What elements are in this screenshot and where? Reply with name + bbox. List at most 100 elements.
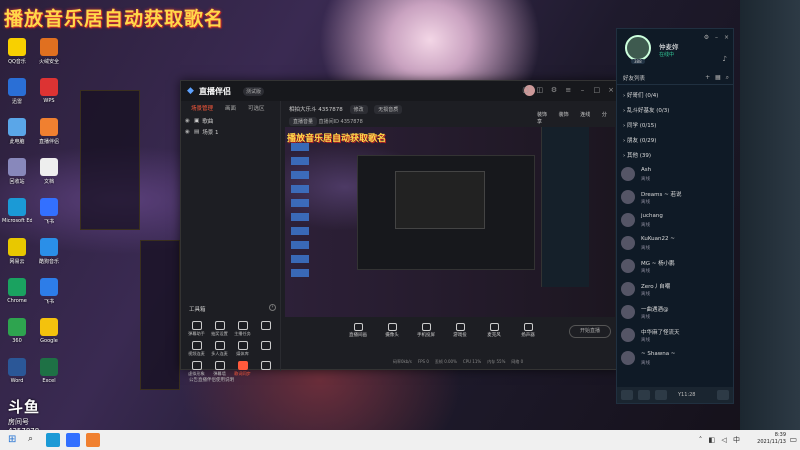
top-action-2[interactable]: 装饰: [559, 112, 569, 118]
tool-item[interactable]: 媒体库: [231, 341, 254, 357]
desktop-icon[interactable]: WPS: [34, 78, 64, 104]
friend-group[interactable]: › 乱斗好基友 (0/3): [623, 106, 669, 114]
friend-item[interactable]: MG ~ 杨小鹏 离线: [621, 257, 729, 277]
add-friend-icon[interactable]: +: [705, 74, 710, 81]
tool-item[interactable]: [254, 321, 277, 337]
control-game[interactable]: 游戏投: [449, 319, 471, 349]
tool-item[interactable]: [254, 341, 277, 357]
stream-volume[interactable]: 直播音量: [289, 117, 318, 126]
friend-item[interactable]: juchang 离线: [621, 211, 729, 231]
desktop-icon[interactable]: Microsoft Edge: [2, 198, 32, 224]
exit-icon[interactable]: [717, 390, 729, 400]
friend-item[interactable]: Zero丿自嘲 离线: [621, 280, 729, 300]
lock-icon[interactable]: ▣: [194, 118, 199, 124]
desktop-icon[interactable]: 此电脑: [2, 118, 32, 145]
desktop-icon[interactable]: 文档: [34, 158, 64, 185]
announcement-tip[interactable]: 公告直播伴侣使用说明: [189, 377, 234, 383]
tool-item[interactable]: 歌词同步: [231, 361, 254, 377]
friend-group[interactable]: › 好哥们 (0/4): [623, 91, 658, 99]
control-camera[interactable]: 摄像头: [381, 319, 403, 349]
desktop-icon[interactable]: 飞书: [34, 278, 64, 305]
network-icon[interactable]: ◧: [709, 436, 716, 444]
search-icon[interactable]: ⌕: [726, 74, 729, 81]
tool-item[interactable]: 抽奖设置: [208, 321, 231, 337]
friend-item[interactable]: 中华麻了怪流天 离线: [621, 326, 729, 346]
friend-group[interactable]: › 朋友 (0/29): [623, 136, 656, 144]
settings-icon[interactable]: ⚙: [550, 86, 558, 94]
minimize-icon[interactable]: –: [715, 34, 718, 41]
tool-item[interactable]: 弹幕墙: [208, 361, 231, 377]
online-status[interactable]: 在线中: [659, 51, 674, 58]
desktop-icon[interactable]: 360: [2, 318, 32, 344]
windows-start-icon[interactable]: ⊞: [8, 435, 18, 445]
desktop-icon[interactable]: 火绒安全: [34, 38, 64, 65]
friend-item[interactable]: Dreams ~ 若说 离线: [621, 188, 729, 208]
friend-item[interactable]: Ash 离线: [621, 165, 729, 185]
edge-icon[interactable]: [46, 433, 60, 447]
desktop-icon[interactable]: 网易云: [2, 238, 32, 265]
bell-icon[interactable]: ♪: [723, 55, 727, 63]
tool-item[interactable]: 虚拟形象: [185, 361, 208, 377]
feishu-icon[interactable]: [66, 433, 80, 447]
tool-item[interactable]: 主播任务: [231, 321, 254, 337]
desktop-icon[interactable]: QQ音乐: [2, 38, 32, 65]
tool-item[interactable]: 视频连麦: [185, 341, 208, 357]
gift-icon[interactable]: ◫: [536, 86, 544, 94]
live-icon[interactable]: [86, 433, 100, 447]
top-action-4[interactable]: 分享: [537, 112, 607, 125]
start-live-button[interactable]: 开始直播: [569, 325, 611, 338]
profile-avatar[interactable]: [625, 35, 651, 61]
search-icon[interactable]: ⌕: [28, 434, 33, 444]
desktop-icon[interactable]: 回收站: [2, 158, 32, 185]
tool-item[interactable]: 多人连麦: [208, 341, 231, 357]
friend-group[interactable]: › 同学 (0/15): [623, 121, 656, 129]
settings-icon[interactable]: ⚙: [704, 34, 709, 41]
tab-picture[interactable]: 画面: [225, 104, 236, 112]
desktop-icon[interactable]: Excel: [34, 358, 64, 384]
minimize-icon[interactable]: –: [579, 86, 587, 94]
desktop-icon[interactable]: 迅雷: [2, 78, 32, 105]
control-mic[interactable]: 麦克风: [483, 319, 505, 349]
mic-icon[interactable]: [655, 390, 667, 400]
top-action-1[interactable]: 装饰: [537, 112, 547, 118]
tool-item[interactable]: 弹幕助手: [185, 321, 208, 337]
eye-icon[interactable]: ◉: [185, 118, 191, 124]
app-title-bar[interactable]: ◆ 直播伴侣 测试版 ▢ ◫ ⚙ ≡ – □ ×: [181, 81, 619, 101]
ime-icon[interactable]: 中: [733, 436, 740, 444]
friend-item[interactable]: KuKuan22 ~ 离线: [621, 234, 729, 254]
tool-item[interactable]: [254, 361, 277, 377]
friends-panel[interactable]: 388 仲麦妳 在线中 ⚙ – × ♪ 好友列表 + ▦ ⌕ › 好哥们 (0/…: [616, 28, 734, 404]
edit-title-button[interactable]: 修改: [349, 105, 368, 114]
desktop-icon[interactable]: 酷狗音乐: [34, 238, 64, 265]
more-icon[interactable]: ›: [269, 304, 276, 311]
close-icon[interactable]: ×: [724, 34, 729, 41]
eye-icon[interactable]: ◉: [185, 129, 191, 135]
close-icon[interactable]: ×: [607, 86, 615, 94]
stream-preview[interactable]: 播放音乐居自动获取歌名: [285, 127, 615, 317]
folder-icon[interactable]: [638, 390, 650, 400]
control-screen[interactable]: 直播间画: [347, 319, 369, 349]
desktop-icon[interactable]: Chrome: [2, 278, 32, 304]
notification-icon[interactable]: ▭: [789, 435, 797, 444]
scene-item[interactable]: ◉ ▣ 歌曲: [181, 115, 280, 126]
volume-icon[interactable]: ◁: [721, 436, 726, 444]
tab-scene-manage[interactable]: 场景管理: [191, 104, 213, 112]
desktop-icon[interactable]: 飞书: [34, 198, 64, 225]
scene-item[interactable]: ◉ ▤ 场景 1: [181, 126, 280, 137]
top-action-3[interactable]: 连线: [580, 112, 590, 118]
desktop-icon[interactable]: Google: [34, 318, 64, 344]
stream-tag[interactable]: 无损音质: [374, 105, 403, 114]
live-app-window[interactable]: ◆ 直播伴侣 测试版 ▢ ◫ ⚙ ≡ – □ × 场景管理 画面 可选区 ◉ ▣…: [180, 80, 620, 383]
friend-item[interactable]: ~ Shawna ~ 离线: [621, 349, 729, 369]
clock[interactable]: 8:39 2021/11/13: [757, 432, 786, 446]
control-speaker[interactable]: 扬声器: [517, 319, 539, 349]
menu-icon[interactable]: ≡: [564, 86, 572, 94]
message-icon[interactable]: ▢: [522, 86, 530, 94]
maximize-icon[interactable]: □: [593, 86, 601, 94]
control-phone[interactable]: 手机投屏: [415, 319, 437, 349]
desktop-icon[interactable]: 直播伴侣: [34, 118, 64, 145]
desktop-icon[interactable]: Word: [2, 358, 32, 384]
friend-group[interactable]: › 其他 (39): [623, 151, 651, 159]
chevron-up-icon[interactable]: ˄: [699, 436, 703, 444]
friend-item[interactable]: 一曲遇酒@ 离线: [621, 303, 729, 323]
